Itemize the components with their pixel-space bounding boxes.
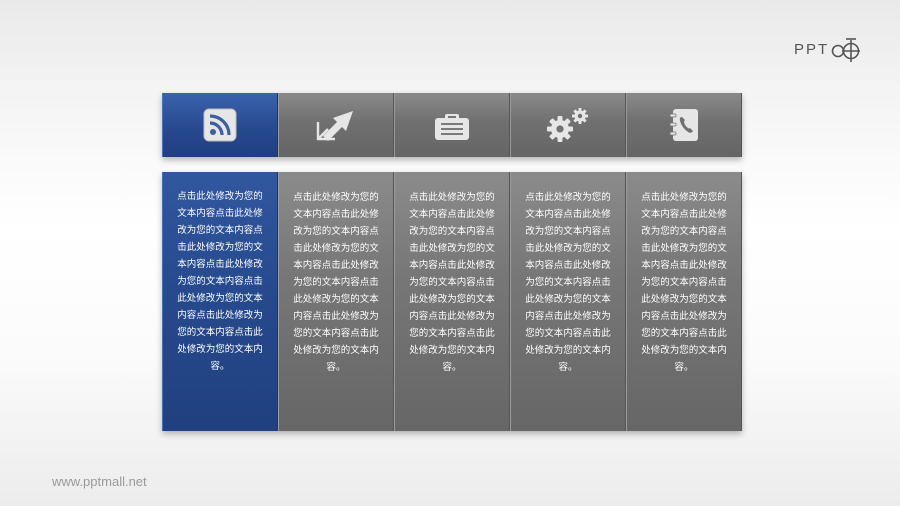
- logo-mark-icon: [831, 38, 861, 62]
- brand-logo: PPT: [794, 34, 876, 64]
- content-panel: 点击此处修改为您的文本内容点击此处修改为您的文本内容点击此处修改为您的文本内容点…: [278, 172, 394, 431]
- content-panel: 点击此处修改为您的文本内容点击此处修改为您的文本内容点击此处修改为您的文本内容点…: [626, 172, 742, 431]
- rss-icon: [203, 108, 237, 142]
- icon-tab-bar: [162, 93, 742, 157]
- expand-arrows-icon: [315, 108, 357, 142]
- contacts-book-icon: [668, 108, 700, 142]
- panel-text: 点击此处修改为您的文本内容点击此处修改为您的文本内容点击此处修改为您的文本内容点…: [293, 192, 379, 373]
- content-panel: 点击此处修改为您的文本内容点击此处修改为您的文本内容点击此处修改为您的文本内容点…: [394, 172, 510, 431]
- tab-contacts[interactable]: [626, 93, 742, 157]
- content-panel: 点击此处修改为您的文本内容点击此处修改为您的文本内容点击此处修改为您的文本内容点…: [162, 172, 278, 431]
- content-panels: 点击此处修改为您的文本内容点击此处修改为您的文本内容点击此处修改为您的文本内容点…: [162, 172, 742, 431]
- panel-text: 点击此处修改为您的文本内容点击此处修改为您的文本内容点击此处修改为您的文本内容点…: [177, 191, 263, 372]
- panel-text: 点击此处修改为您的文本内容点击此处修改为您的文本内容点击此处修改为您的文本内容点…: [641, 192, 727, 373]
- tab-rss[interactable]: [162, 93, 278, 157]
- briefcase-icon: [434, 109, 470, 141]
- footer-url: www.pptmall.net: [52, 474, 147, 489]
- panel-text: 点击此处修改为您的文本内容点击此处修改为您的文本内容点击此处修改为您的文本内容点…: [409, 192, 495, 373]
- panel-text: 点击此处修改为您的文本内容点击此处修改为您的文本内容点击此处修改为您的文本内容点…: [525, 192, 611, 373]
- tab-expand[interactable]: [278, 93, 394, 157]
- gears-icon: [544, 107, 592, 143]
- tab-settings[interactable]: [510, 93, 626, 157]
- logo-text: PPT: [794, 40, 830, 58]
- content-panel: 点击此处修改为您的文本内容点击此处修改为您的文本内容点击此处修改为您的文本内容点…: [510, 172, 626, 431]
- tab-briefcase[interactable]: [394, 93, 510, 157]
